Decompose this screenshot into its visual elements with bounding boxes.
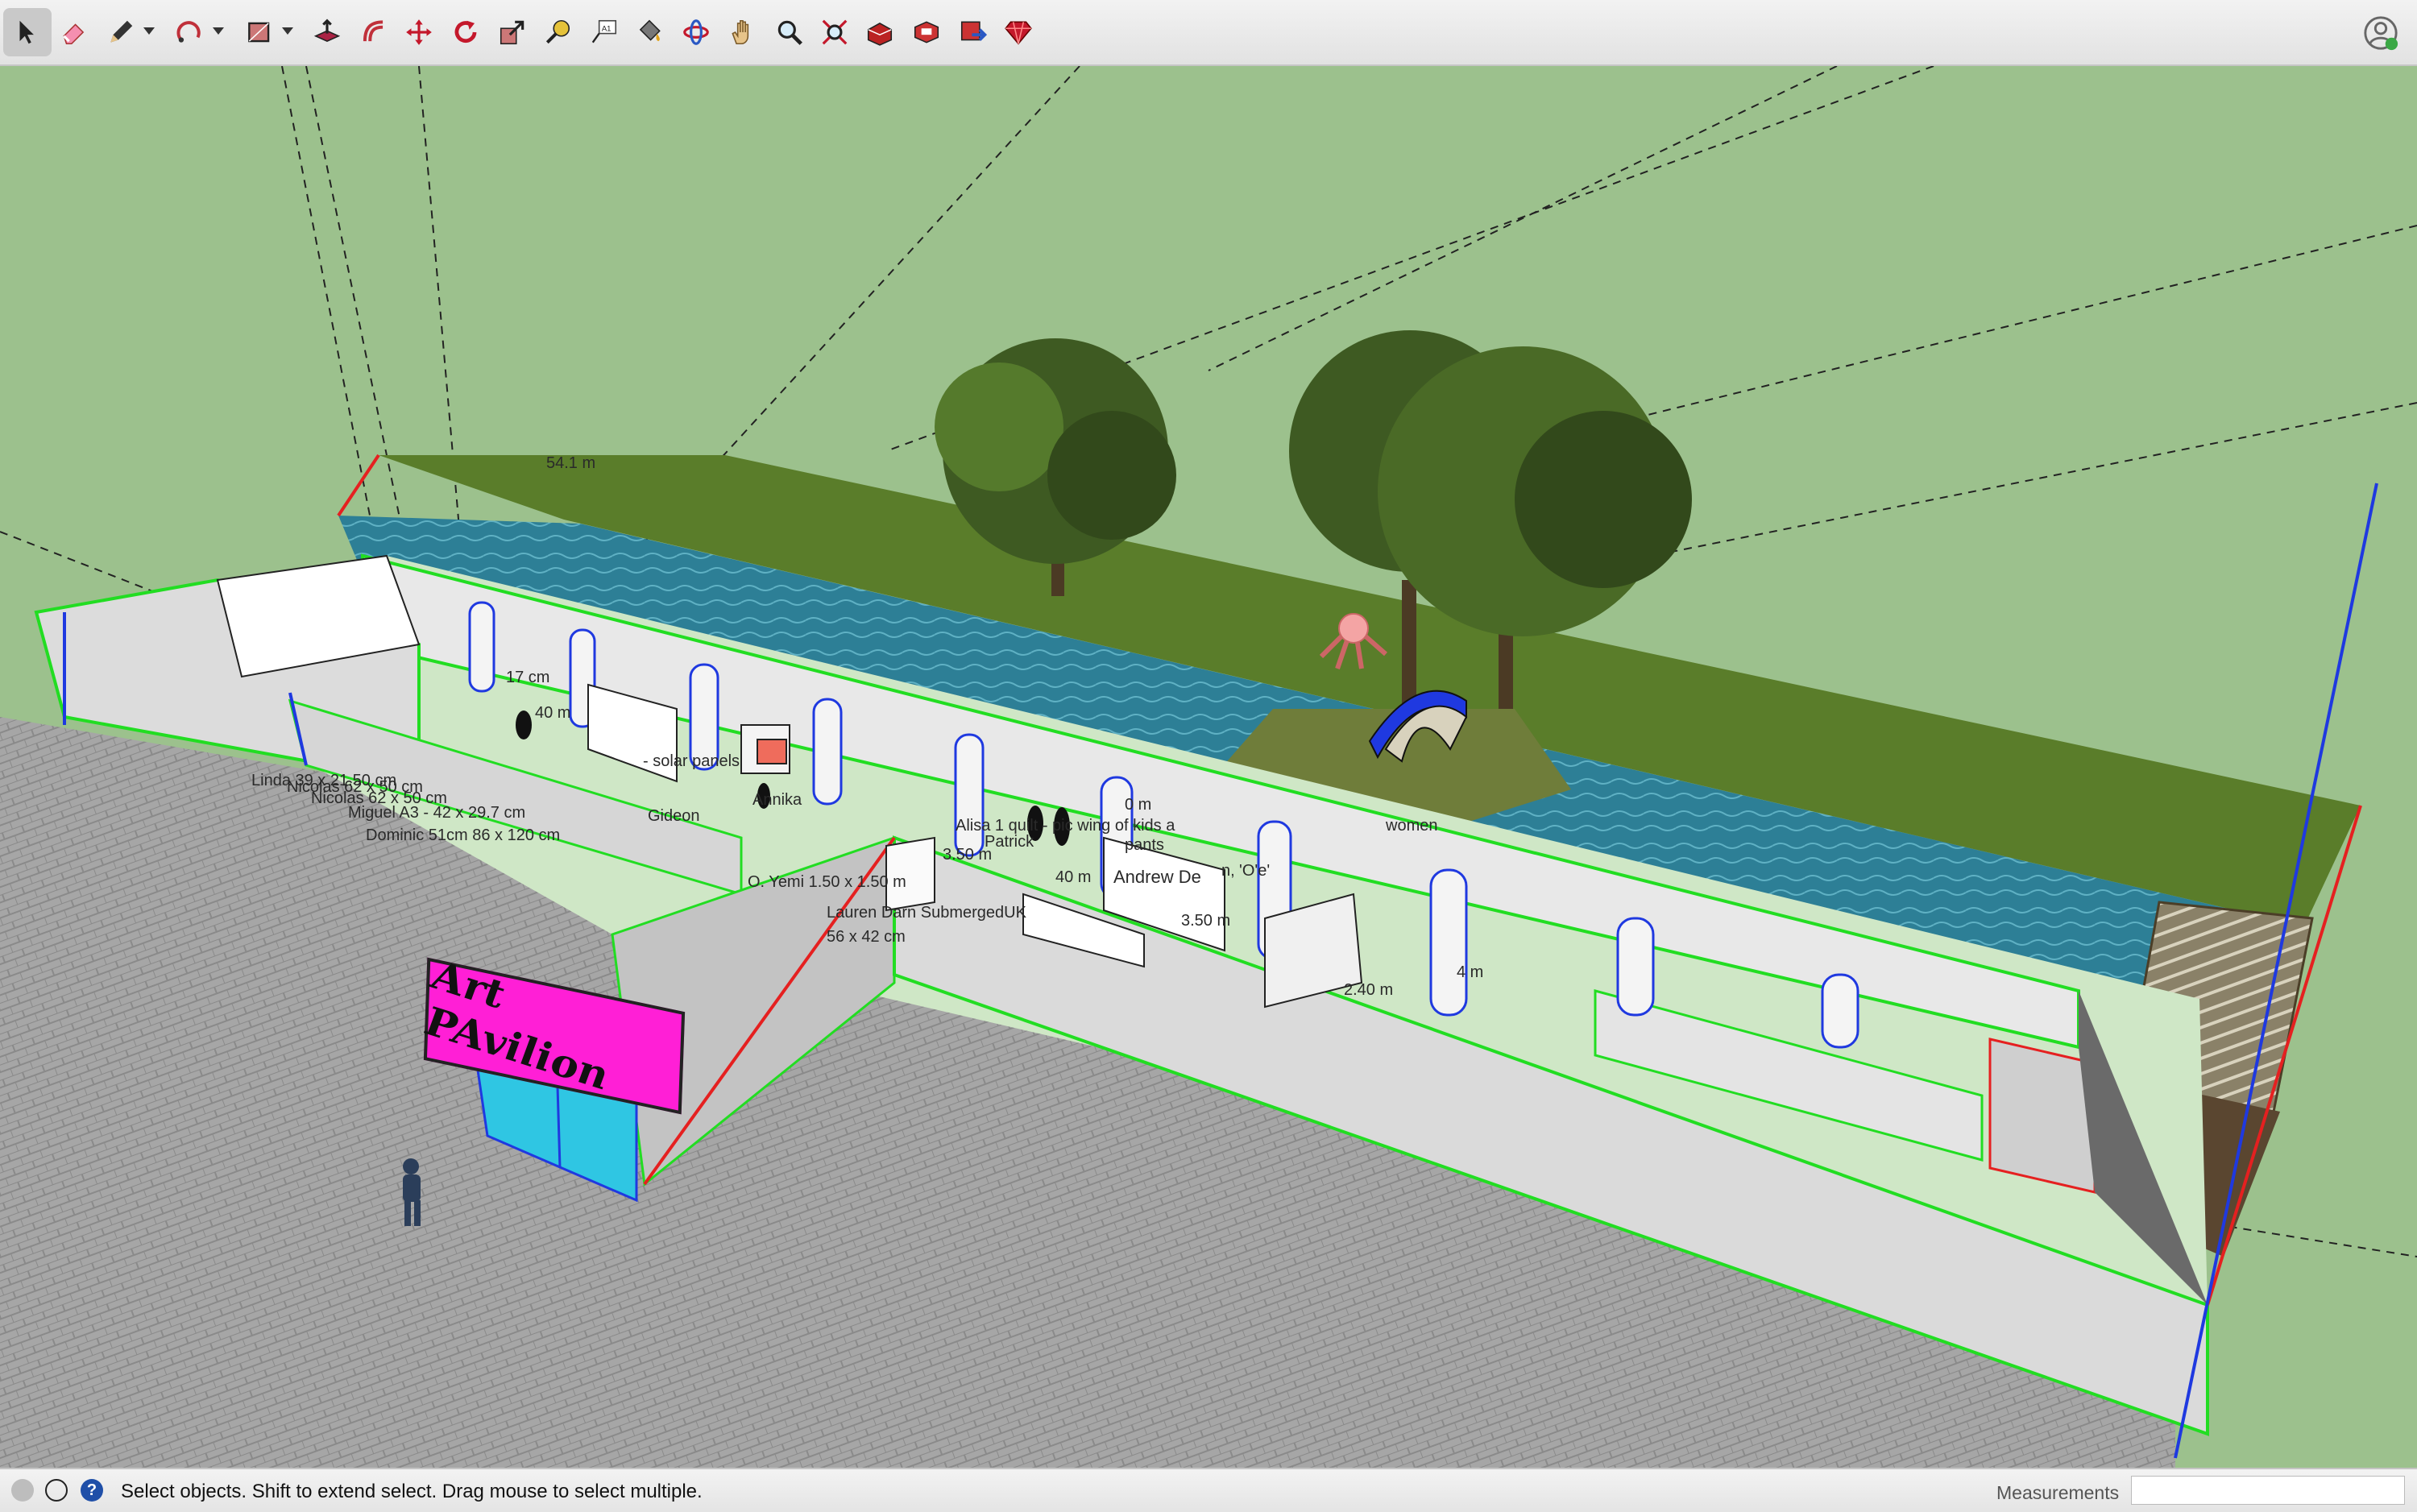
artwork-label: Andrew De	[1113, 867, 1201, 887]
eraser-icon	[63, 23, 85, 45]
text-tool-button[interactable]: A1	[580, 8, 628, 56]
arrow-cursor-icon	[19, 20, 34, 44]
warehouse-tool-button[interactable]	[856, 8, 904, 56]
artwork-label: Patrick	[985, 833, 1034, 851]
paint-bucket-tool-button[interactable]	[625, 8, 674, 56]
push-pull-icon	[313, 19, 341, 42]
geo-location-icon[interactable]	[11, 1479, 34, 1502]
eraser-tool-button[interactable]	[50, 8, 98, 56]
main-toolbar: A1	[0, 0, 2417, 66]
annotation-label: - solar panels	[643, 752, 740, 770]
scale-icon	[500, 20, 524, 45]
tape-measure-tool-button[interactable]	[533, 8, 582, 56]
pencil-dropdown-caret[interactable]	[143, 27, 155, 35]
rotate-icon	[454, 20, 477, 43]
layout-icon	[960, 21, 988, 41]
right-partition	[1988, 1038, 2096, 1194]
zoom-extents-tool-button[interactable]	[811, 8, 859, 56]
shape-tool-button[interactable]	[235, 8, 284, 56]
warehouse-icon	[867, 23, 893, 46]
offset-tool-button[interactable]	[350, 8, 398, 56]
move-icon	[406, 19, 432, 45]
annotation-label: 'O'e'	[1239, 862, 1271, 880]
pan-tool-button[interactable]	[719, 8, 767, 56]
artwork-label: Lauren Darn SubmergedUK	[827, 904, 1026, 922]
pencil-tool-button[interactable]	[97, 8, 145, 56]
artwork-label: 56 x 42 cm	[827, 928, 906, 946]
measurements-label: Measurements	[1996, 1482, 2120, 1503]
dimension-label: 17 cm	[506, 669, 550, 686]
magnifier-icon	[777, 20, 802, 45]
hand-icon	[732, 19, 749, 45]
artwork-label: O. Yemi 1.50 x 1.50 m	[748, 873, 906, 891]
push-pull-tool-button[interactable]	[303, 8, 351, 56]
text-icon: A1	[591, 19, 617, 43]
arc-tool-button[interactable]	[166, 8, 214, 56]
tape-measure-icon	[545, 19, 570, 44]
status-bar: ? Select objects. Shift to extend select…	[0, 1468, 2417, 1512]
dimension-label: 3.50 m	[1181, 912, 1231, 930]
user-profile-icon[interactable]	[2362, 14, 2399, 52]
credits-icon[interactable]	[45, 1479, 68, 1502]
extension-icon	[914, 21, 939, 43]
paint-bucket-icon	[639, 19, 661, 42]
annotation-label: pants	[1125, 836, 1164, 854]
arc-icon	[176, 21, 201, 43]
select-tool-button[interactable]	[3, 8, 52, 56]
svg-text:A1: A1	[602, 24, 612, 33]
pencil-icon	[110, 20, 133, 43]
help-icon[interactable]: ?	[81, 1479, 103, 1502]
rotate-tool-button[interactable]	[442, 8, 490, 56]
rectangle-icon	[248, 22, 270, 43]
move-tool-button[interactable]	[395, 8, 443, 56]
ruby-icon	[1005, 21, 1032, 45]
status-text: Select objects. Shift to extend select. …	[121, 1481, 703, 1502]
dimension-label: 54.1 m	[546, 454, 596, 472]
artwork-label: Miguel A3 - 42 x 29.7 cm	[348, 804, 526, 822]
model-viewport[interactable]: 54.1 m 17 cm 40 m - solar panels Annika …	[0, 66, 2417, 1468]
dimension-label: 40 m	[535, 704, 571, 722]
annotation-label: Annika	[752, 791, 802, 809]
dimension-label: 4 m	[1457, 963, 1484, 981]
artwork-label: Dominic 51cm 86 x 120 cm	[366, 826, 561, 844]
dimension-label: 2.40 m	[1344, 981, 1394, 999]
offset-icon	[363, 20, 383, 42]
annotation-label: n,	[1221, 862, 1235, 880]
orbit-icon	[683, 19, 709, 45]
arc-dropdown-caret[interactable]	[213, 27, 224, 35]
shape-dropdown-caret[interactable]	[282, 27, 293, 35]
dimension-label: 40 m	[1055, 868, 1092, 886]
zoom-extents-icon	[822, 19, 848, 45]
send-to-layout-tool-button[interactable]	[949, 8, 997, 56]
scene-drawing	[0, 66, 2417, 1468]
orbit-tool-button[interactable]	[672, 8, 720, 56]
annotation-label: Gideon	[648, 807, 700, 825]
annotation-label: women	[1386, 817, 1438, 835]
ruby-console-tool-button[interactable]	[994, 8, 1043, 56]
zoom-tool-button[interactable]	[765, 8, 814, 56]
extension-warehouse-tool-button[interactable]	[902, 8, 951, 56]
scale-tool-button[interactable]	[488, 8, 537, 56]
measurements-input[interactable]	[2131, 1476, 2405, 1505]
dimension-label: 0 m	[1125, 796, 1152, 814]
